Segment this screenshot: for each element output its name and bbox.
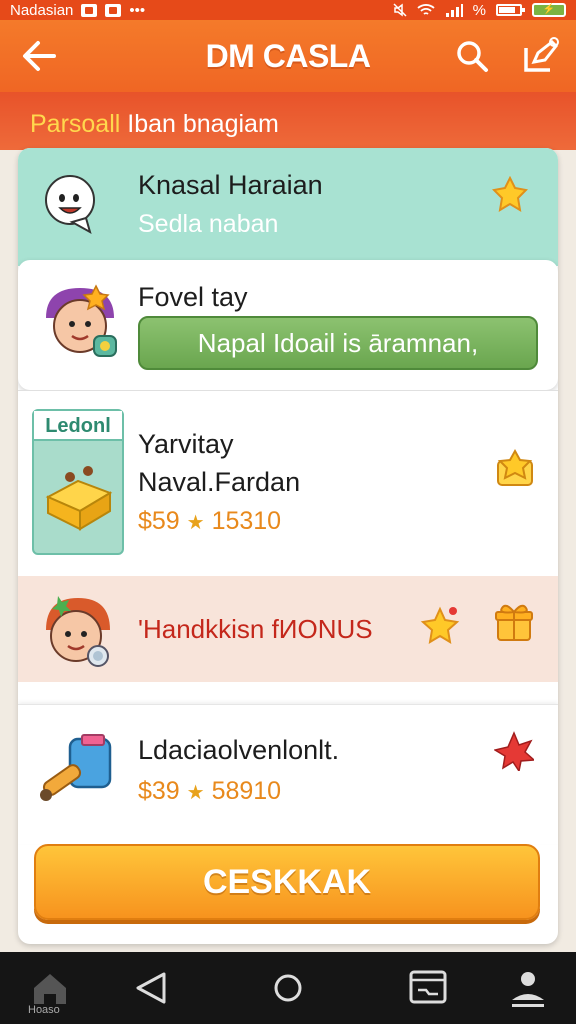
thumbnail-tag: Ledonl (34, 411, 122, 441)
gift-icon[interactable] (492, 600, 536, 644)
subheader-text: Parsoall Iban bnagiam (30, 110, 279, 139)
rating-star-icon: ★ (186, 512, 205, 534)
list-item-bonus[interactable]: 'Handkkisn fИONUS (18, 576, 558, 682)
list-item-featured[interactable]: Knasal Haraian Sedla naban (18, 148, 558, 266)
rating-count: 15310 (211, 507, 282, 535)
promo-button[interactable]: Napal Idoail is āramnan, (138, 316, 538, 370)
system-nav-bar: Hoaso (0, 952, 576, 1024)
boy-avatar-icon (46, 596, 110, 667)
notification-icon (81, 3, 98, 17)
signal-icon (445, 4, 463, 17)
item-title: Fovel tay (138, 282, 248, 312)
subheader-label: Iban bnagiam (120, 110, 279, 138)
item-title: Knasal Haraian (138, 170, 323, 200)
price-value: $59 (138, 507, 180, 535)
subheader-accent: Parsoall (30, 110, 121, 138)
edit-icon[interactable] (520, 36, 560, 76)
profile-icon[interactable] (506, 966, 550, 1010)
wifi-icon (417, 4, 435, 15)
message-icon (105, 3, 122, 17)
product-thumbnail: Ledonl (32, 409, 124, 555)
item-title-line1: Yarvitay (138, 429, 234, 459)
rating-star-icon: ★ (186, 782, 205, 804)
price-line: $59 ★ 15310 (138, 507, 281, 536)
item-subtitle: Sedla naban (138, 210, 279, 238)
gift-box-icon (45, 466, 113, 531)
rating-count: 58910 (211, 777, 282, 805)
list-item-product[interactable]: Ldaciaolvenlonlt. $39 ★ 58910 (18, 704, 558, 844)
home-label: Hoaso (28, 1004, 60, 1016)
back-triangle-icon[interactable] (130, 966, 174, 1010)
star-icon[interactable] (420, 606, 460, 646)
recents-icon[interactable] (406, 966, 450, 1010)
mute-icon (393, 3, 407, 17)
item-title-line2: Naval.Fardan (138, 467, 301, 497)
more-notifications-icon: ••• (129, 1, 146, 19)
badge-star-icon[interactable] (494, 447, 536, 489)
burst-star-icon[interactable] (494, 731, 534, 771)
list-item-product[interactable]: Ledonl Yarvitay Naval.Fardan $59 ★ 15310 (18, 390, 558, 576)
girl-avatar-icon (46, 284, 117, 357)
home-circle-icon[interactable] (266, 966, 310, 1010)
subheader-banner: Parsoall Iban bnagiam (0, 92, 576, 150)
list-item-promo[interactable]: Fovel tay Napal Idoail is āramnan, (18, 260, 558, 390)
battery-icon (496, 4, 525, 16)
battery-percent: % (472, 1, 486, 19)
app-bar: DM CASLA (0, 20, 576, 92)
item-title: Ldaciaolvenlonlt. (138, 735, 340, 765)
star-icon[interactable] (492, 176, 528, 212)
offers-card: Knasal Haraian Sedla naban Fovel tay Nap… (18, 148, 558, 944)
charging-icon: ⚡ (532, 3, 566, 17)
toy-cannon-icon (40, 734, 112, 801)
price-value: $39 (138, 777, 180, 805)
price-line: $39 ★ 58910 (138, 777, 281, 806)
cta-button[interactable]: CESKKAK (34, 844, 540, 920)
ghost-mascot-icon (45, 175, 95, 235)
search-icon[interactable] (454, 38, 490, 74)
bonus-title: 'Handkkisn fИONUS (138, 614, 373, 644)
status-bar: Nadasian ••• % ⚡ (0, 0, 576, 20)
carrier-label: Nadasian (10, 1, 74, 19)
